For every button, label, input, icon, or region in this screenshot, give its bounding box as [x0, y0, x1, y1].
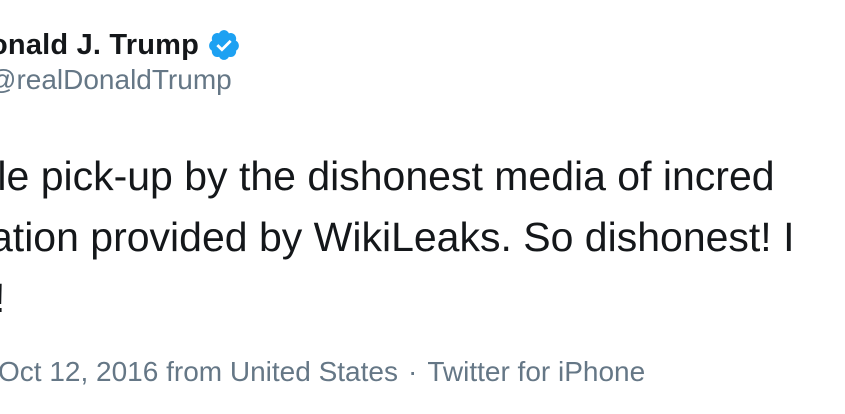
tweet-text-line: ation provided by WikiLeaks. So dishones… [0, 214, 795, 260]
verified-badge-icon [207, 28, 241, 62]
tweet-text-line: ! [0, 272, 5, 324]
author-display-name[interactable]: onald J. Trump [0, 29, 199, 62]
author-name-row[interactable]: onald J. Trump [0, 24, 241, 66]
tweet-metadata: Oct 12, 2016 from United States · Twitter … [0, 352, 645, 392]
tweet-text-line: tle pick-up by the dishonest media of in… [0, 153, 775, 199]
tweet-card: onald J. Trump @realDonaldTrump tle pick… [0, 0, 845, 414]
author-handle[interactable]: @realDonaldTrump [0, 64, 232, 96]
author-handle-text: realDonaldTrump [16, 64, 232, 95]
separator-dot: · [407, 356, 418, 387]
tweet-timestamp-link[interactable]: Oct 12, 2016 from United States [0, 356, 398, 387]
tweet-source-link[interactable]: Twitter for iPhone [427, 356, 645, 387]
